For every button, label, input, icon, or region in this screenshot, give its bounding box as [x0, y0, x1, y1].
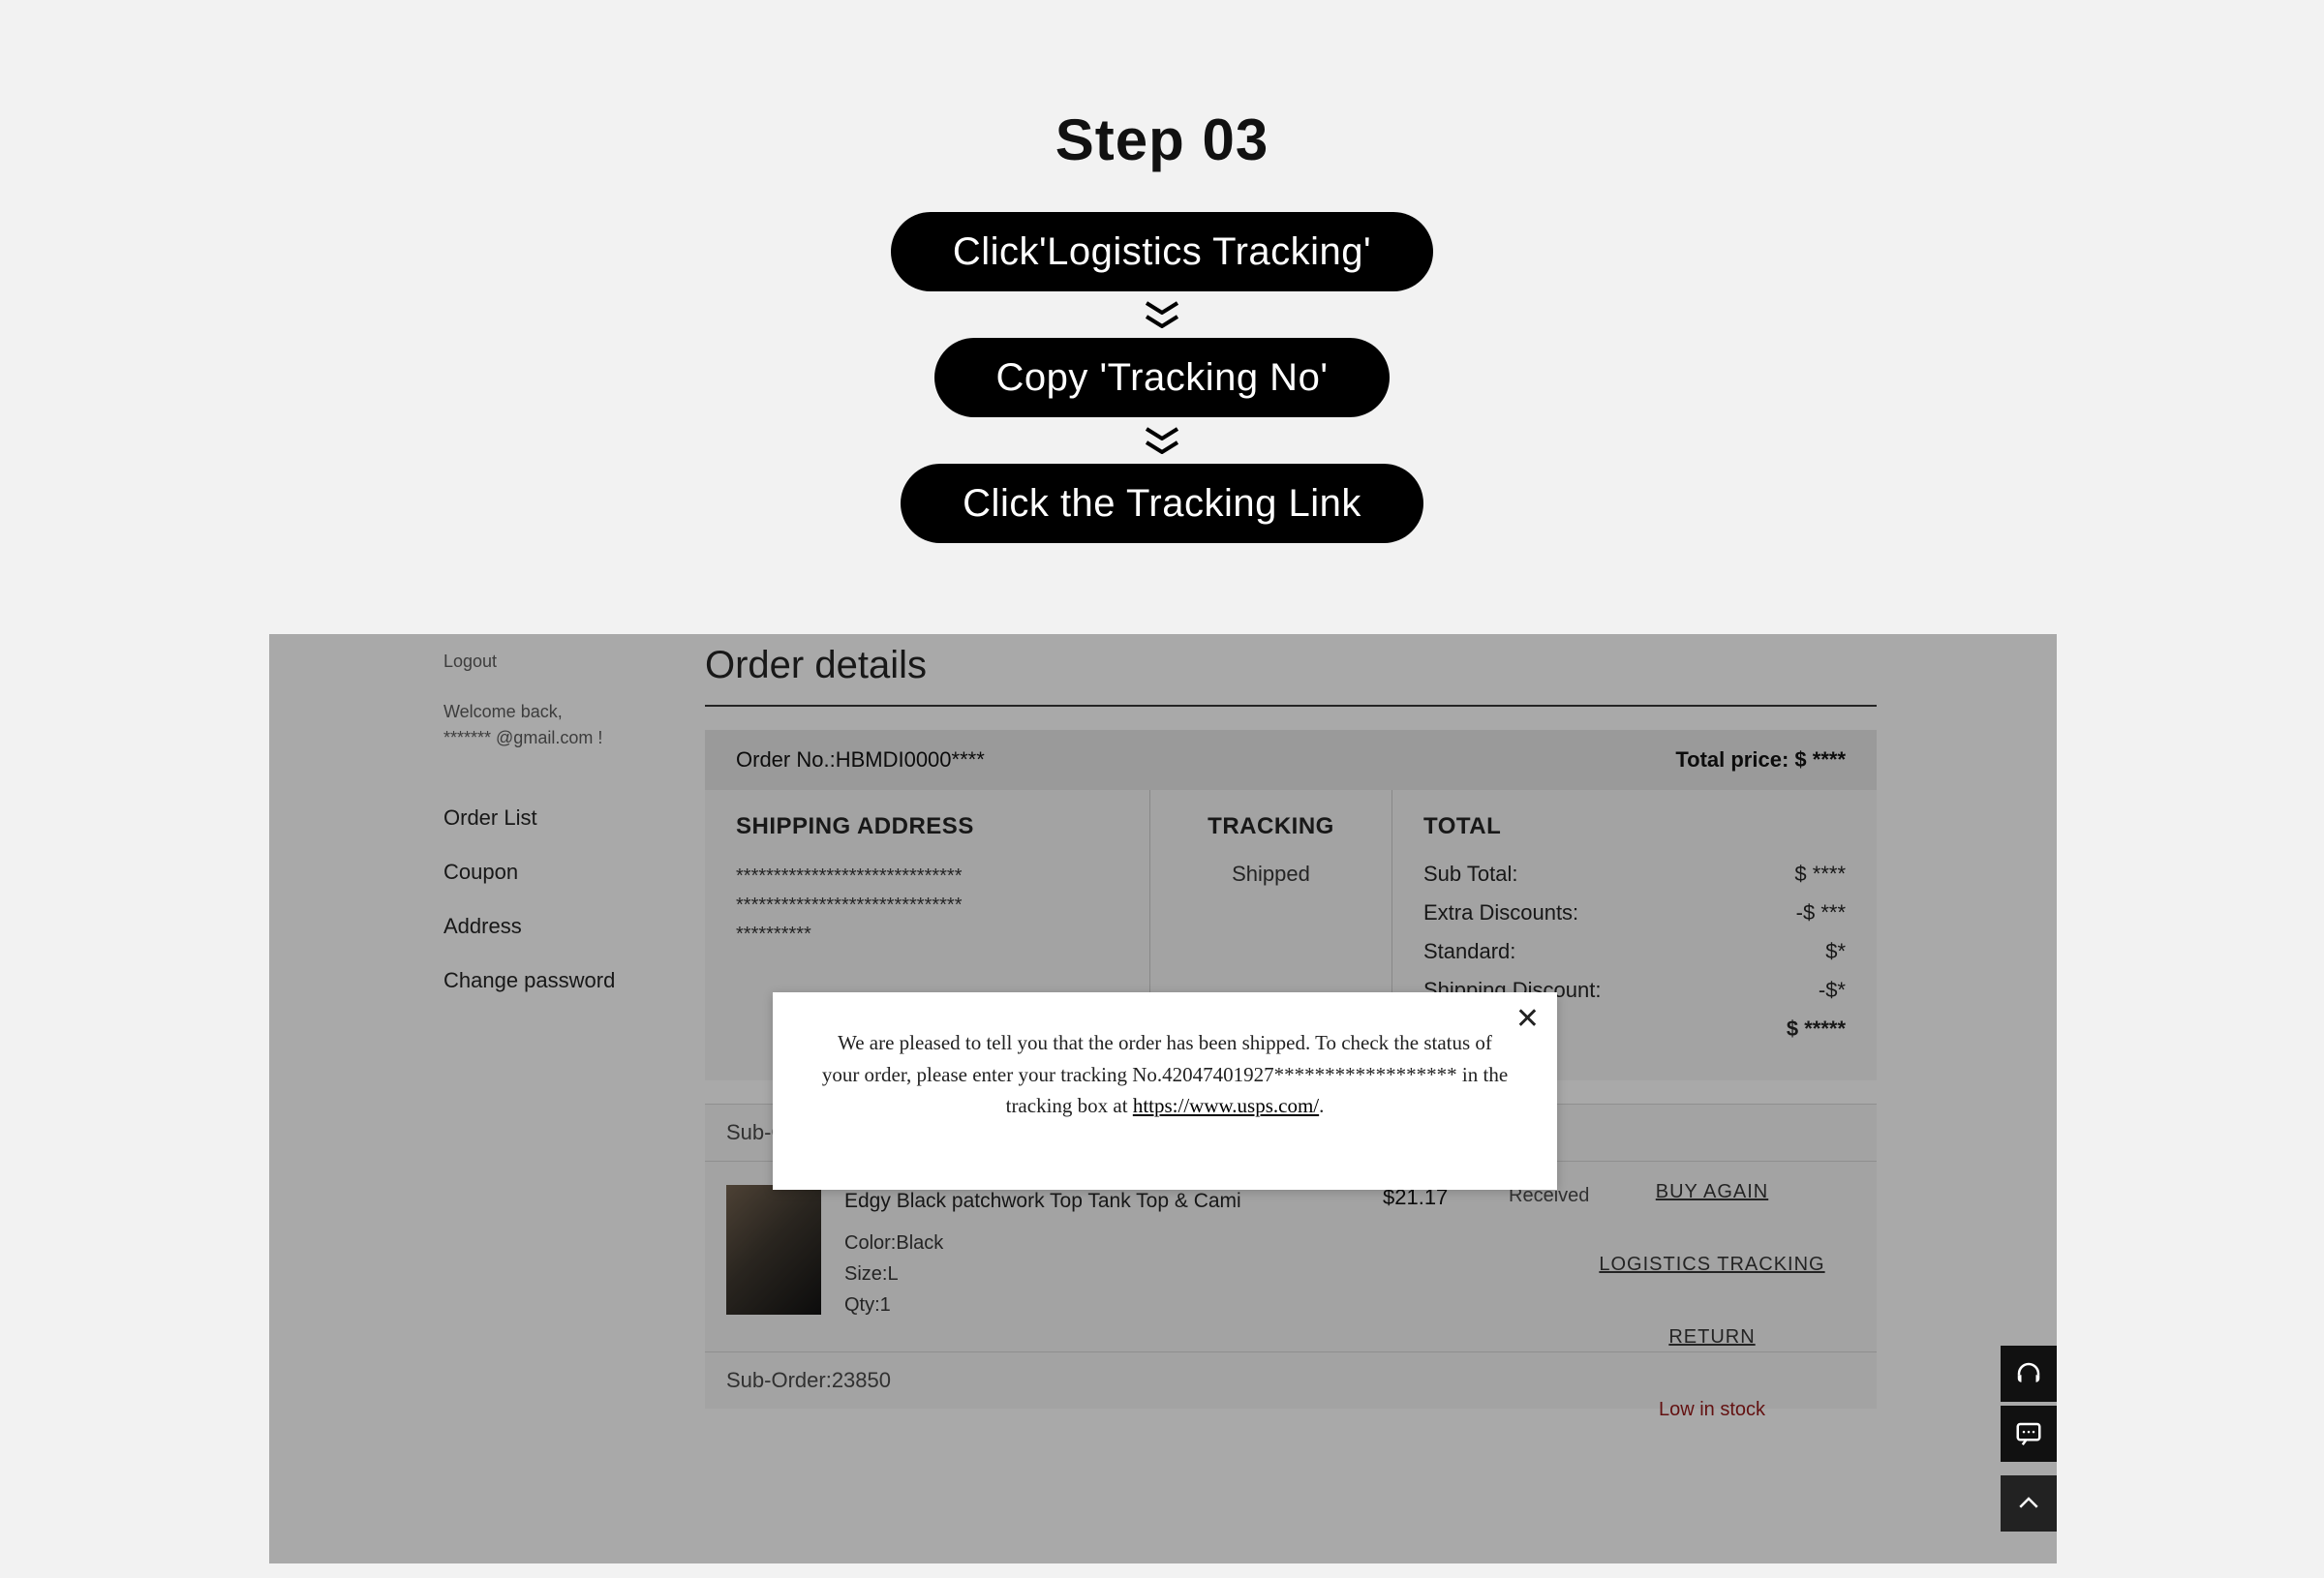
instruction-pill-stack: Click'Logistics Tracking' Copy 'Tracking…	[0, 173, 2324, 543]
title-divider	[705, 705, 1877, 707]
tracking-status: Shipped	[1181, 862, 1361, 887]
product-size: Size:L	[844, 1259, 1241, 1290]
sidebar-item-order-list[interactable]: Order List	[443, 805, 686, 831]
chevron-down-icon	[1145, 301, 1179, 328]
logout-link[interactable]: Logout	[443, 652, 686, 672]
logistics-tracking-button[interactable]: LOGISTICS TRACKING	[1586, 1254, 1838, 1276]
product-name[interactable]: Edgy Black patchwork Top Tank Top & Cami	[844, 1185, 1241, 1218]
step-title: Step 03	[0, 0, 2324, 173]
modal-text-end: .	[1319, 1094, 1324, 1117]
item-actions: BUY AGAIN LOGISTICS TRACKING RETURN Low …	[1586, 1181, 1838, 1421]
total-row-subtotal: Sub Total: $ ****	[1423, 862, 1846, 887]
address-line: ******************************	[736, 862, 1118, 891]
total-row-extra-discounts: Extra Discounts: -$ ***	[1423, 900, 1846, 926]
low-stock-badge: Low in stock	[1586, 1399, 1838, 1421]
tracking-link[interactable]: https://www.usps.com/	[1133, 1094, 1319, 1117]
order-total-price: Total price: $ ****	[1675, 747, 1846, 773]
chat-icon[interactable]	[2001, 1406, 2057, 1462]
order-page-screenshot: Logout Welcome back, ******* @gmail.com …	[269, 634, 2057, 1563]
tracking-modal: ✕ We are pleased to tell you that the or…	[773, 992, 1557, 1190]
chevron-down-icon	[1145, 427, 1179, 454]
scroll-to-top-icon[interactable]	[2001, 1475, 2057, 1532]
product-meta: Edgy Black patchwork Top Tank Top & Cami…	[844, 1185, 1241, 1320]
sidebar-item-address[interactable]: Address	[443, 914, 686, 939]
order-header-bar: Order No.:HBMDI0000**** Total price: $ *…	[705, 730, 1877, 790]
pill-click-tracking-link: Click the Tracking Link	[901, 464, 1423, 543]
standard-label: Standard:	[1423, 939, 1515, 964]
order-item-row: Edgy Black patchwork Top Tank Top & Cami…	[705, 1162, 1877, 1351]
product-qty: Qty:1	[844, 1290, 1241, 1320]
buy-again-button[interactable]: BUY AGAIN	[1586, 1181, 1838, 1203]
extra-discounts-value: -$ ***	[1796, 900, 1846, 926]
subtotal-value: $ ****	[1794, 862, 1846, 887]
address-line: ******************************	[736, 891, 1118, 920]
order-total-price-value: $ ****	[1794, 747, 1846, 772]
standard-value: $*	[1825, 939, 1846, 964]
shipping-discount-value: -$*	[1819, 978, 1846, 1003]
close-icon[interactable]: ✕	[1515, 1002, 1540, 1036]
account-sidebar: Logout Welcome back, ******* @gmail.com …	[443, 652, 686, 1022]
tracking-header: TRACKING	[1181, 813, 1361, 840]
address-line: **********	[736, 920, 1118, 949]
welcome-label: Welcome back,	[443, 702, 563, 721]
pill-copy-tracking-no: Copy 'Tracking No'	[934, 338, 1391, 417]
welcome-email: ******* @gmail.com !	[443, 728, 602, 747]
shipping-address-header: SHIPPING ADDRESS	[736, 813, 1118, 840]
final-total-value: $ *****	[1787, 1017, 1846, 1042]
product-color: Color:Black	[844, 1228, 1241, 1259]
pill-logistics-tracking: Click'Logistics Tracking'	[891, 212, 1433, 291]
modal-message: We are pleased to tell you that the orde…	[821, 1027, 1509, 1122]
page-title: Order details	[705, 644, 1877, 705]
order-number: Order No.:HBMDI0000****	[736, 747, 985, 773]
extra-discounts-label: Extra Discounts:	[1423, 900, 1578, 926]
order-total-price-label: Total price:	[1675, 747, 1789, 772]
return-button[interactable]: RETURN	[1586, 1326, 1838, 1349]
headset-icon[interactable]	[2001, 1346, 2057, 1402]
subtotal-label: Sub Total:	[1423, 862, 1517, 887]
order-number-label: Order No.:	[736, 747, 836, 772]
sidebar-item-coupon[interactable]: Coupon	[443, 860, 686, 885]
floating-support-buttons	[2001, 1346, 2057, 1532]
total-header: TOTAL	[1423, 813, 1846, 840]
order-number-value: HBMDI0000****	[836, 747, 985, 772]
product-thumbnail[interactable]	[726, 1185, 821, 1315]
sidebar-item-change-password[interactable]: Change password	[443, 968, 686, 993]
welcome-text: Welcome back, ******* @gmail.com !	[443, 699, 686, 751]
total-row-standard: Standard: $*	[1423, 939, 1846, 964]
